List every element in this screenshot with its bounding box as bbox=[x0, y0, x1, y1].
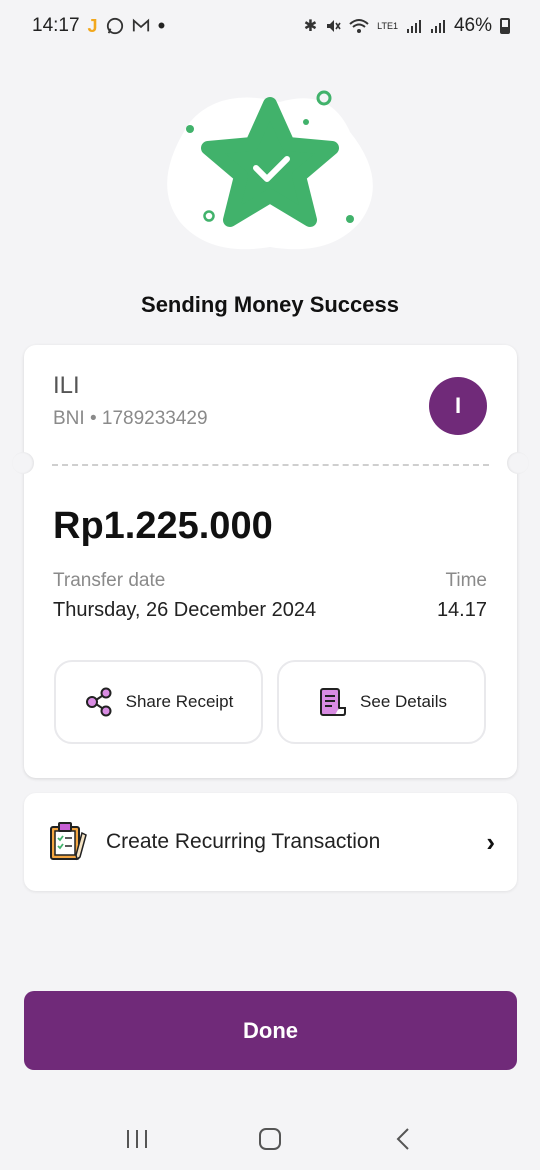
wifi-icon bbox=[349, 19, 369, 33]
recipient-bank-account: BNI • 1789233429 bbox=[53, 408, 208, 429]
transfer-amount: Rp1.225.000 bbox=[53, 505, 273, 547]
app-notification-icon: J bbox=[87, 15, 98, 36]
recent-apps-icon bbox=[126, 1130, 147, 1148]
battery-icon bbox=[500, 18, 510, 34]
status-time: 14:17 bbox=[32, 15, 80, 36]
share-receipt-label: Share Receipt bbox=[125, 692, 234, 711]
signal-icon-1 bbox=[406, 20, 421, 33]
back-icon bbox=[396, 1128, 410, 1150]
bluetooth-icon: ✱ bbox=[303, 18, 318, 35]
recent-apps-button[interactable] bbox=[107, 1119, 167, 1159]
create-recurring-transaction-button[interactable]: Create Recurring Transaction › bbox=[24, 793, 517, 891]
receipt-notch-left bbox=[12, 452, 34, 474]
status-bar: 14:17 J • ✱ LTE1 46% bbox=[0, 0, 540, 52]
recipient-name: ILI bbox=[53, 372, 80, 399]
chevron-right-icon: › bbox=[486, 826, 495, 857]
create-recurring-transaction-label: Create Recurring Transaction bbox=[106, 830, 381, 853]
success-star-illustration bbox=[167, 90, 373, 250]
done-button[interactable]: Done bbox=[24, 991, 517, 1070]
recipient-avatar: I bbox=[429, 377, 487, 435]
home-icon bbox=[258, 1128, 281, 1150]
receipt-divider bbox=[52, 464, 489, 466]
transfer-time-label: Time bbox=[445, 570, 487, 591]
status-left: 14:17 J • bbox=[32, 13, 165, 39]
receipt-details-icon bbox=[320, 688, 347, 716]
transfer-time-value: 14.17 bbox=[436, 599, 487, 621]
network-type-label: LTE1 bbox=[377, 20, 398, 31]
see-details-label: See Details bbox=[360, 692, 447, 711]
signal-icon-2 bbox=[430, 20, 445, 33]
share-icon bbox=[85, 687, 112, 717]
transfer-date-value: Thursday, 26 December 2024 bbox=[53, 599, 317, 621]
transfer-date-label: Transfer date bbox=[53, 570, 166, 591]
receipt-card: ILI BNI • 1789233429 I Rp1.225.000 Trans… bbox=[12, 345, 529, 778]
share-receipt-button[interactable]: Share Receipt bbox=[54, 660, 263, 744]
home-button[interactable] bbox=[240, 1119, 300, 1159]
page-title: Sending Money Success bbox=[141, 292, 399, 317]
clipboard-checklist-icon bbox=[50, 822, 87, 861]
receipt-notch-right bbox=[507, 452, 529, 474]
status-right: ✱ LTE1 46% bbox=[304, 15, 510, 37]
system-navigation-bar bbox=[0, 1108, 540, 1170]
back-button[interactable] bbox=[373, 1119, 433, 1159]
whatsapp-icon bbox=[106, 17, 123, 35]
battery-percentage: 46% bbox=[453, 15, 492, 36]
mute-icon bbox=[327, 20, 341, 32]
more-notifications-dot-icon: • bbox=[157, 13, 166, 38]
see-details-button[interactable]: See Details bbox=[277, 660, 486, 744]
gmail-icon bbox=[132, 18, 149, 32]
